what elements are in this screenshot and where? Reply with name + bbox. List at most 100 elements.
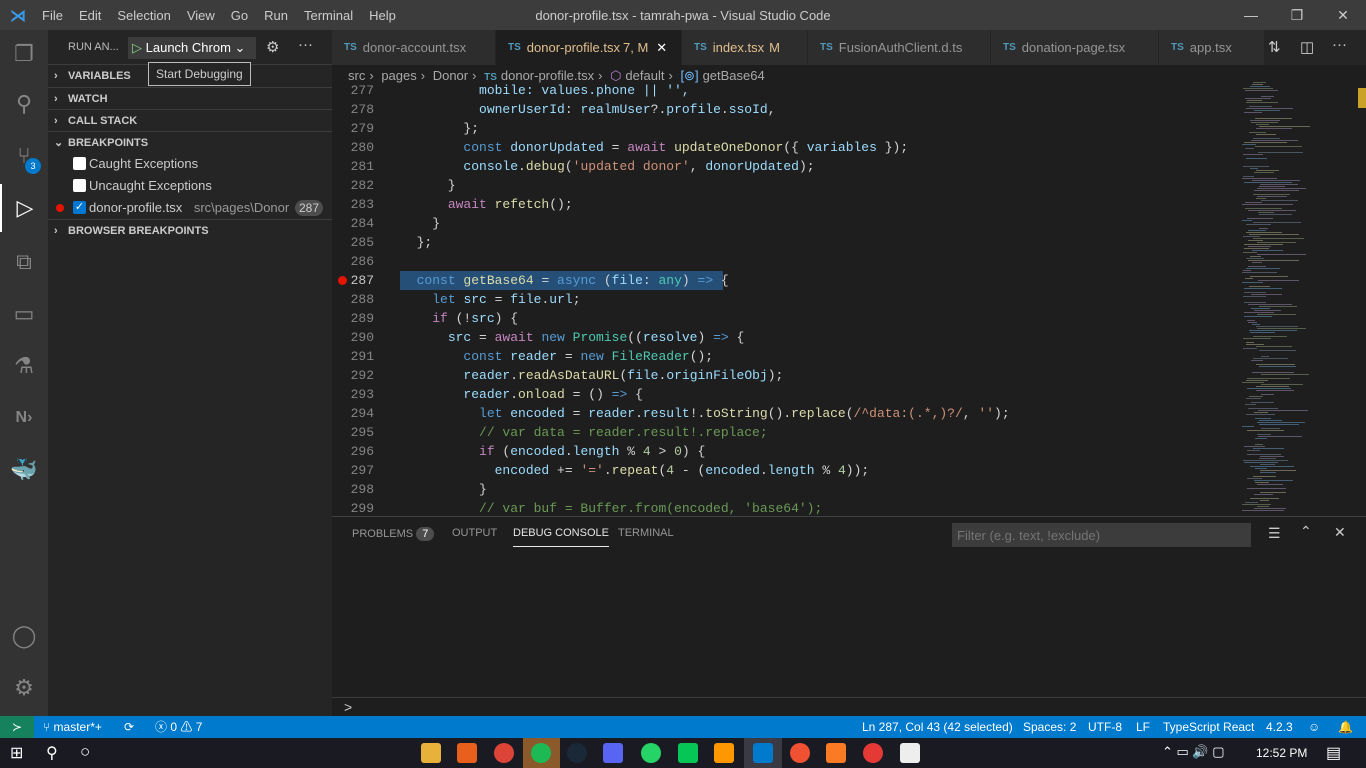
launch-config-dropdown[interactable]: ▷ Launch Chrom ⌄ — [128, 37, 256, 59]
line-number[interactable]: 285 — [332, 233, 374, 252]
discord-icon[interactable] — [603, 743, 623, 763]
notion-icon[interactable] — [900, 743, 920, 763]
breadcrumb-item[interactable]: default — [625, 68, 664, 83]
tab-index[interactable]: TS index.tsx M — [682, 30, 808, 65]
line-number[interactable]: 281 — [332, 157, 374, 176]
search-icon[interactable]: ⚲ — [46, 743, 58, 763]
line-number[interactable]: 277 — [332, 82, 374, 100]
git-app-icon[interactable] — [790, 743, 810, 763]
chrome-icon[interactable] — [494, 743, 514, 763]
spotify-icon[interactable] — [531, 743, 551, 763]
sync-icon[interactable]: ⟳ — [124, 716, 134, 738]
code-editor[interactable]: 277 mobile: values.phone || '', 278 owner… — [332, 82, 1232, 516]
compare-changes-icon[interactable]: ⇅ — [1268, 38, 1281, 56]
file-explorer-icon[interactable] — [421, 743, 441, 763]
open-launch-json-gear-icon[interactable]: ⚙ — [266, 38, 279, 56]
cursor-position[interactable]: Ln 287, Col 43 (42 selected) — [862, 716, 1013, 738]
line-number[interactable]: 295 — [332, 423, 374, 442]
cortana-icon[interactable]: ○ — [80, 742, 90, 762]
checkbox[interactable] — [73, 157, 86, 170]
start-debugging-play-icon[interactable]: ▷ — [132, 40, 142, 55]
maximize-panel-icon[interactable]: ⌃ — [1300, 523, 1312, 540]
account-icon[interactable]: ◯ — [0, 612, 48, 660]
close-tab-icon[interactable]: ✕ — [656, 40, 667, 56]
checkbox-checked[interactable]: ✓ — [73, 201, 86, 214]
system-tray-icons[interactable]: ⌃ ▭ 🔊 ▢ — [1162, 744, 1224, 760]
language-mode[interactable]: TypeScript React — [1163, 716, 1254, 738]
run-debug-icon[interactable]: ▷ — [0, 184, 48, 232]
extensions-icon[interactable]: ⧉ — [0, 238, 48, 286]
vertical-scrollbar[interactable] — [1358, 82, 1366, 516]
line-number[interactable]: 280 — [332, 138, 374, 157]
menu-run[interactable]: Run — [256, 8, 296, 23]
tab-output[interactable]: OUTPUT — [452, 527, 497, 547]
clock[interactable]: 12:52 PM — [1256, 746, 1307, 760]
docker-icon[interactable]: 🐳 — [0, 446, 48, 494]
line-number[interactable]: 283 — [332, 195, 374, 214]
line-number[interactable]: 284 — [332, 214, 374, 233]
nx-console-icon[interactable]: N› — [0, 394, 48, 442]
menu-go[interactable]: Go — [223, 8, 256, 23]
tab-donor-profile[interactable]: TS donor-profile.tsx 7, M ✕ — [496, 30, 682, 65]
vscode-icon[interactable] — [753, 743, 773, 763]
notifications-bell-icon[interactable]: 🔔 — [1338, 716, 1353, 738]
section-call-stack[interactable]: › CALL STACK — [48, 109, 332, 131]
whatsapp-icon[interactable] — [641, 743, 661, 763]
chat-app-icon[interactable] — [863, 743, 883, 763]
checkbox[interactable] — [73, 179, 86, 192]
breakpoint-caught-exceptions[interactable]: Caught Exceptions — [48, 153, 332, 175]
breakpoint-donor-profile[interactable]: ✓ donor-profile.tsx src\pages\Donor 287 — [48, 197, 332, 219]
tab-fusionauthclient[interactable]: TS FusionAuthClient.d.ts — [808, 30, 991, 65]
console-prompt[interactable]: > — [344, 699, 352, 715]
sublime-icon[interactable] — [714, 743, 734, 763]
windows-start-icon[interactable]: ⊞ — [10, 743, 23, 763]
xampp-icon[interactable] — [826, 743, 846, 763]
remote-explorer-icon[interactable]: ▭ — [0, 290, 48, 338]
tab-problems[interactable]: PROBLEMS 7 — [352, 527, 435, 547]
more-actions-icon[interactable]: ··· — [1332, 36, 1347, 53]
breadcrumb-item[interactable]: pages — [381, 68, 416, 83]
line-number[interactable]: 293 — [332, 385, 374, 404]
line-number[interactable]: 298 — [332, 480, 374, 499]
line-number[interactable]: 292 — [332, 366, 374, 385]
close-panel-icon[interactable]: ✕ — [1334, 524, 1346, 541]
tab-donation-page[interactable]: TS donation-page.tsx — [991, 30, 1159, 65]
restore-button[interactable]: ❐ — [1274, 0, 1320, 30]
source-control-icon[interactable]: ⑂ 3 — [0, 132, 48, 180]
breadcrumb-item[interactable]: Donor — [433, 68, 468, 83]
breadcrumb-item[interactable]: getBase64 — [703, 68, 765, 83]
split-editor-icon[interactable]: ◫ — [1300, 38, 1314, 56]
line-number[interactable]: 290 — [332, 328, 374, 347]
section-browser-breakpoints[interactable]: › BROWSER BREAKPOINTS — [48, 219, 332, 241]
remote-indicator-icon[interactable]: ≻ — [0, 716, 34, 738]
testing-flask-icon[interactable]: ⚗ — [0, 342, 48, 390]
section-watch[interactable]: › WATCH — [48, 87, 332, 109]
git-branch[interactable]: ⑂ master*+ — [43, 716, 102, 738]
line-number[interactable]: 299 — [332, 499, 374, 516]
line-number[interactable]: 291 — [332, 347, 374, 366]
line-number[interactable]: 296 — [332, 442, 374, 461]
minimap[interactable] — [1240, 82, 1355, 516]
indentation[interactable]: Spaces: 2 — [1023, 716, 1076, 738]
menu-terminal[interactable]: Terminal — [296, 8, 361, 23]
close-window-button[interactable]: ✕ — [1320, 0, 1366, 30]
line-number[interactable]: 297 — [332, 461, 374, 480]
tab-debug-console[interactable]: DEBUG CONSOLE — [513, 527, 609, 547]
menu-help[interactable]: Help — [361, 8, 404, 23]
action-center-icon[interactable]: ▤ — [1326, 743, 1341, 763]
menu-selection[interactable]: Selection — [109, 8, 178, 23]
line-number[interactable]: 288 — [332, 290, 374, 309]
more-actions-icon[interactable]: ··· — [298, 36, 313, 53]
menu-edit[interactable]: Edit — [71, 8, 109, 23]
menu-file[interactable]: File — [34, 8, 71, 23]
line-icon[interactable] — [678, 743, 698, 763]
tab-app[interactable]: TS app.tsx — [1159, 30, 1265, 65]
line-number[interactable]: 294 — [332, 404, 374, 423]
line-number[interactable]: 286 — [332, 252, 374, 271]
typescript-version[interactable]: 4.2.3 — [1266, 716, 1293, 738]
clear-console-icon[interactable]: ☰ — [1268, 525, 1281, 542]
line-number[interactable]: 278 — [332, 100, 374, 119]
encoding[interactable]: UTF-8 — [1088, 716, 1122, 738]
filter-input[interactable] — [952, 523, 1251, 547]
section-breakpoints[interactable]: ⌄ BREAKPOINTS — [48, 131, 332, 153]
